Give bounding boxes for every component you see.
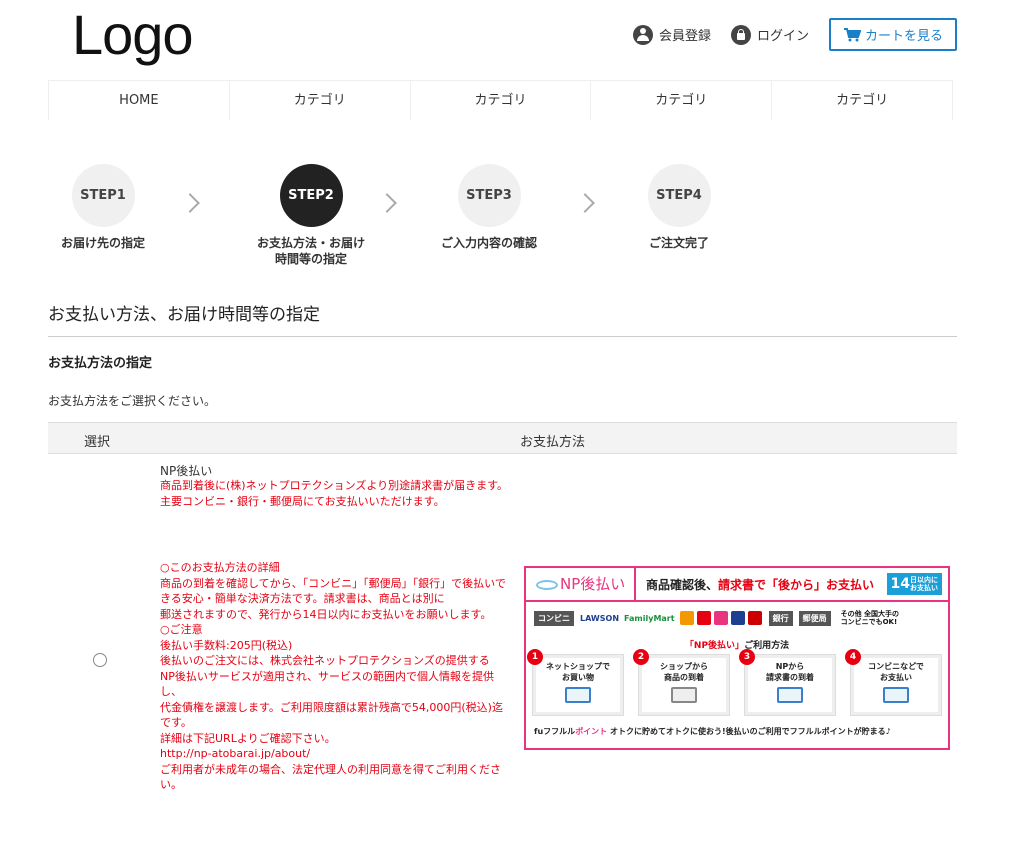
step-3: STEP3 ご入力内容の確認 [414,160,564,251]
flow-step: 2 ショップから 商品の到着 [633,649,730,716]
section-description: お支払方法をご選択ください。 [48,394,217,408]
store-logos: コンビニ LAWSON FamilyMart 銀行 郵便局 その他 全国大手の … [534,608,942,628]
payment-method-summary: 商品到着後に(株)ネットプロテクションズより別途請求書が届きます。 主要コンビニ… [160,479,509,508]
lawson-logo: LAWSON [580,613,620,623]
nav-item-category[interactable]: カテゴリ [591,81,773,120]
login-link[interactable]: ログイン [730,24,809,45]
store-icon [747,611,762,625]
package-icon [671,687,697,703]
register-label: 会員登録 [658,29,711,44]
payment-method-name: NP後払い [160,464,213,478]
step-label: お支払方法・お届け 時間等の指定 [256,236,365,266]
checkout-steps: STEP1 お届け先の指定 STEP2 お支払方法・お届け 時間等の指定 STE… [48,160,748,280]
chevron-right-icon [575,193,595,213]
nav-item-category[interactable]: カテゴリ [230,81,411,120]
seven-eleven-icon [679,611,694,625]
table-header: 選択 お支払方法 [48,422,957,454]
view-cart-button[interactable]: カートを見る [828,18,957,51]
step-1: STEP1 お届け先の指定 [28,160,178,251]
global-nav: HOME カテゴリ カテゴリ カテゴリ カテゴリ [48,80,953,120]
invoice-icon [777,687,803,703]
site-header: Logo 会員登録 ログイン カートを見る [0,0,1024,78]
column-select: 選択 [84,435,111,450]
banner-headline: 商品確認後、請求書で「後から」お支払い [646,578,875,592]
nav-item-home[interactable]: HOME [48,81,230,120]
banner-footer: fuフフルルポイント オトクに貯めてオトクに使おう!後払いのご利用でフフルルポイ… [534,727,891,736]
ministop-icon [696,611,711,625]
other-stores-note: その他 全国大手の コンビニでもOK! [840,610,900,626]
step-label: お届け先の指定 [60,236,145,250]
user-icon [632,24,653,45]
post-office-tag: 郵便局 [798,610,831,626]
flow-step: 4 コンビニなどで お支払い [845,649,942,716]
np-logo: NP後払い [526,568,636,600]
cart-label: カートを見る [864,29,943,44]
nav-item-category[interactable]: カテゴリ [411,81,592,120]
section-heading: お支払方法の指定 [48,356,153,371]
store-front-icon [883,687,909,703]
np-wing-icon [536,579,558,590]
bank-tag: 銀行 [768,610,793,626]
monitor-icon [565,687,591,703]
chevron-right-icon [180,193,200,213]
step-4: STEP4 ご注文完了 [604,160,754,251]
site-logo[interactable]: Logo [72,2,194,67]
familymart-logo: FamilyMart [624,613,675,623]
login-label: ログイン [756,29,809,44]
seicomart-icon [730,611,745,625]
payment-method-details: ○このお支払方法の詳細 商品の到着を確認してから、「コンビニ」「郵便局」「銀行」… [160,561,506,791]
step-number: STEP2 [279,164,343,227]
flow-step: 3 NPから 請求書の到着 [739,649,836,716]
step-number: STEP4 [647,164,711,227]
page-title: お支払い方法、お届け時間等の指定 [48,300,957,337]
column-payment-method: お支払方法 [520,435,586,450]
days-badge: 14日以内に お支払い [886,573,942,595]
payment-radio-np[interactable] [93,653,107,667]
step-2: STEP2 お支払方法・お届け 時間等の指定 [236,160,386,267]
header-links: 会員登録 ログイン カートを見る [632,18,957,51]
lock-icon [730,24,751,45]
step-label: ご注文完了 [648,236,709,250]
usage-flow: 1 ネットショップで お買い物 2 ショップから 商品の到着 3 NPから 請求… [527,649,942,716]
conveni-tag: コンビニ [534,610,574,626]
daily-icon [713,611,728,625]
banner-top: NP後払い 商品確認後、請求書で「後から」お支払い 14日以内に お支払い [526,568,948,602]
register-link[interactable]: 会員登録 [632,24,711,45]
np-atobarai-banner: NP後払い 商品確認後、請求書で「後から」お支払い 14日以内に お支払い コン… [524,566,950,750]
step-number: STEP1 [71,164,135,227]
cart-icon [843,27,861,41]
usage-guide-title: 「NP後払い」ご利用方法 [684,641,790,651]
step-label: ご入力内容の確認 [440,236,537,250]
step-number: STEP3 [457,164,521,227]
flow-step: 1 ネットショップで お買い物 [527,649,624,716]
nav-item-category[interactable]: カテゴリ [772,81,953,120]
